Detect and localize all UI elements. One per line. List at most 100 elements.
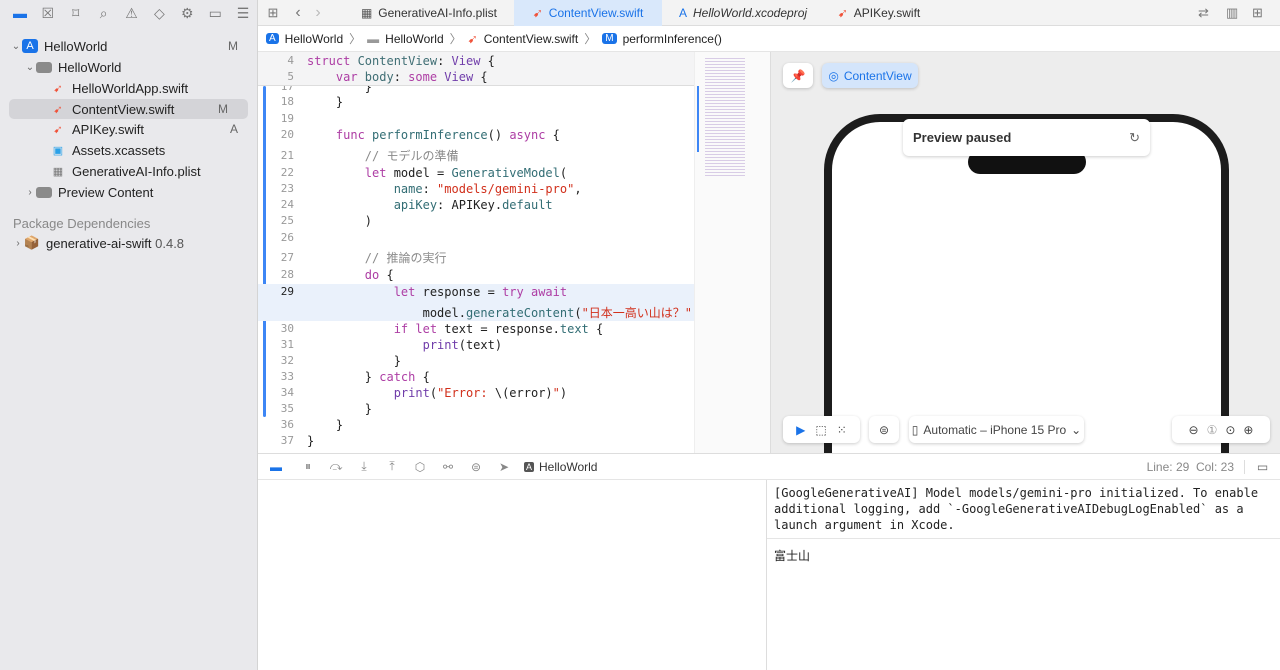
breadcrumb: AHelloWorld〉▬HelloWorld〉➹ContentView.swi… [258,26,1280,52]
code-token: generateContent [466,306,574,320]
variants-icon[interactable]: ⁙ [837,423,847,437]
code-token: let [307,285,423,299]
selectable-mode-icon[interactable]: ⬚ [815,423,826,437]
preview-paused-label: Preview paused [913,130,1011,145]
tab-apikey-swift[interactable]: ➹APIKey.swift [824,0,934,26]
code-token: } [307,402,372,416]
breadcrumb-item[interactable]: HelloWorld [385,32,443,46]
scheme-label[interactable]: HelloWorld [539,460,597,474]
code-token: name [307,182,423,196]
code-line: 20 func performInference() async { [258,127,694,143]
chevron-right-icon[interactable]: › [12,238,24,249]
console-output[interactable]: [GoogleGenerativeAI] Model models/gemini… [767,480,1280,670]
tree-item[interactable]: ›Preview Content [0,182,258,202]
device-selector[interactable]: ▯Automatic – iPhone 15 Pro⌄ [909,416,1084,443]
navigator-sidebar: ▬☒⌑⌕⚠◇⚙▭☰ ⌄AHelloWorldM⌄HelloWorld➹Hello… [0,0,258,670]
code-line: 19 [258,111,694,127]
swap-icon[interactable]: ⇄ [1198,5,1226,21]
zoom-out-icon[interactable]: ⊖ [1189,423,1199,437]
code-text: } [307,401,372,417]
debug-icon[interactable]: ⚙ [173,5,201,22]
line-number: 36 [258,417,294,433]
warning-icon[interactable]: ⚠ [118,5,146,22]
swift-file-icon: ➹ [468,32,478,46]
code-line: 28 do { [258,267,694,283]
code-token: model. [307,306,466,320]
editor-options-icon[interactable]: ▥ [1226,5,1252,21]
code-text: // モデルの準備 [307,148,458,164]
pause-icon[interactable]: ⏸ [294,459,322,474]
code-token: { [415,370,429,384]
tree-item[interactable]: ▦GenerativeAI-Info.plist [0,161,258,181]
tree-item[interactable]: ▣Assets.xcassets [0,140,258,160]
code-token: : APIKey. [437,198,502,212]
tree-item[interactable]: ➹ContentView.swiftM [9,99,248,119]
code-line: 18 } [258,94,694,110]
tab-helloworld-xcodeproj[interactable]: AHelloWorld.xcodeproj [662,0,824,26]
test-icon[interactable]: ◇ [145,5,173,22]
method-icon: M [602,33,616,44]
tab-generativeai-info-plist[interactable]: ▦GenerativeAI-Info.plist [344,0,514,26]
bookmark-icon[interactable]: ⌑ [62,5,90,22]
add-editor-icon[interactable]: ⊞ [1252,5,1280,21]
xcodeproj-icon: A [679,6,687,20]
forward-icon[interactable]: › [308,4,328,22]
preview-target-button[interactable]: ◎ContentView [822,63,918,88]
tree-item[interactable]: ⌄HelloWorld [0,57,258,77]
pin-button[interactable]: 📌 [783,63,813,88]
zoom-in-icon[interactable]: ⊕ [1243,423,1253,437]
breadcrumb-item[interactable]: ContentView.swift [484,32,579,46]
step-over-icon[interactable]: ⤼ [322,459,350,474]
code-token: performInference [372,128,488,142]
code-token: } [307,95,343,109]
tree-item[interactable]: ➹HelloWorldApp.swift [0,78,258,98]
tab-label: GenerativeAI-Info.plist [378,6,497,20]
tree-item[interactable]: ➹APIKey.swiftA [0,119,258,139]
report-icon[interactable]: ☰ [229,5,257,22]
code-text: print(text) [307,337,502,353]
chevron-icon[interactable]: › [24,187,36,198]
pin-icon: 📌 [791,69,806,83]
folder-icon[interactable]: ▬ [6,5,34,21]
app-project-icon: A [22,39,38,53]
code-token: \(error) [495,386,553,400]
location-icon[interactable]: ➤ [490,460,518,474]
step-into-icon[interactable]: ⤓ [350,459,378,474]
memory-graph-icon[interactable]: ⚯ [434,460,462,474]
hide-debug-area-icon[interactable]: ▬ [258,460,294,474]
view-hierarchy-icon[interactable]: ⬡ [406,460,434,474]
package-item[interactable]: › 📦 generative-ai-swift 0.4.8 [0,233,258,253]
minimap[interactable] [694,52,770,453]
tab-label: ContentView.swift [549,6,644,20]
zoom-fit-icon[interactable]: ⊙ [1225,423,1235,437]
breakpoint-icon[interactable]: ▭ [201,5,229,22]
breadcrumb-item[interactable]: HelloWorld [285,32,343,46]
tab-contentview-swift[interactable]: ➹ ContentView.swift [514,0,662,26]
search-icon[interactable]: ⌕ [90,5,118,22]
code-token: "models/gemini-pro" [437,182,574,196]
check-circle-icon: ◎ [828,69,838,83]
scm-status-badge: M [218,102,228,116]
code-editor[interactable]: 4struct ContentView: View {5 var body: s… [258,52,694,453]
tree-item[interactable]: ⌄AHelloWorldM [0,36,258,56]
code-token: func [307,128,372,142]
package-name: generative-ai-swift [46,236,152,251]
swift-file-icon: ➹ [533,6,543,20]
environment-overrides-icon[interactable]: ⊜ [462,460,490,474]
preview-canvas: 📌 ◎ContentView Preview paused ↻ ▶ ⬚ ⁙ ⊜ ▯Au… [770,52,1280,453]
code-text: } [307,353,401,369]
console-toggle-icon[interactable]: ▭ [1244,460,1280,474]
settings-toggle-button[interactable]: ⊜ [869,416,899,443]
source-control-icon[interactable]: ☒ [34,5,62,22]
breadcrumb-item[interactable]: performInference() [623,32,722,46]
refresh-icon[interactable]: ↻ [1129,130,1140,146]
grid-icon[interactable]: ⊞ [258,5,288,21]
zoom-actual-icon[interactable]: ① [1207,423,1218,437]
back-icon[interactable]: ‹ [288,4,308,22]
code-token: body [365,70,394,84]
live-mode-icon[interactable]: ▶ [796,423,805,437]
chevron-icon[interactable]: ⌄ [10,41,22,52]
chevron-icon[interactable]: ⌄ [24,62,36,73]
code-line: 27 // 推論の実行 [258,250,694,266]
step-out-icon[interactable]: ⤒ [378,459,406,474]
